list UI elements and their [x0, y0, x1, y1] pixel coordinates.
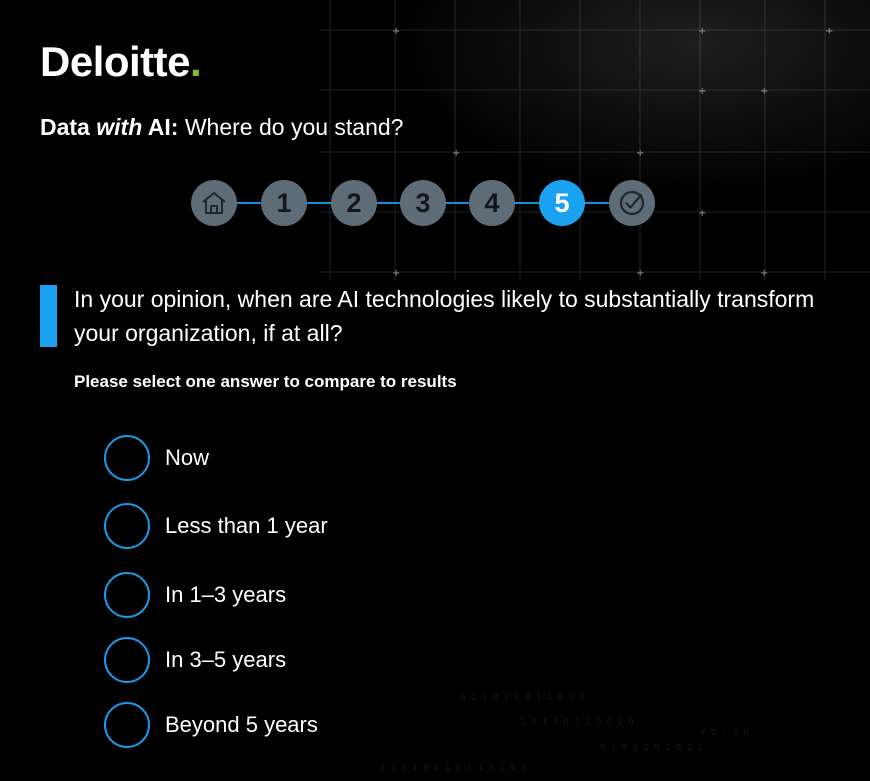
title-question: Where do you stand?	[178, 114, 404, 140]
step-5-active[interactable]: 5	[539, 180, 585, 226]
svg-text:Y O . S H: Y O . S H	[700, 728, 749, 738]
step-4[interactable]: 4	[469, 180, 515, 226]
radio-button[interactable]	[104, 637, 150, 683]
option-label: In 3–5 years	[165, 647, 287, 672]
option-less-than-1-year[interactable]: Less than 1 year	[104, 501, 328, 551]
option-3-5-years[interactable]: In 3–5 years	[104, 635, 286, 685]
title-with: with	[96, 114, 143, 140]
step-2[interactable]: 2	[331, 180, 377, 226]
svg-text:+: +	[760, 268, 768, 279]
step-3[interactable]: 3	[400, 180, 446, 226]
logo-dot: .	[190, 38, 202, 85]
home-icon	[202, 192, 226, 214]
svg-text:+: +	[698, 86, 706, 97]
option-1-3-years[interactable]: In 1–3 years	[104, 570, 286, 620]
title-data: Data	[40, 114, 97, 140]
svg-text:1 1 0 1 0 0 1 0 1 1 0 1 0 1: 1 1 0 1 0 0 1 0 1 1 0 1 0 1	[380, 763, 526, 773]
radio-button[interactable]	[104, 572, 150, 618]
radio-button[interactable]	[104, 435, 150, 481]
svg-text:1 0 1 A 0 1 1 0 B 1 0: 1 0 1 A 0 1 1 0 B 1 0	[520, 718, 634, 728]
svg-text:+: +	[698, 26, 706, 37]
svg-text:+: +	[760, 86, 768, 97]
question-text: In your opinion, when are AI technologie…	[74, 286, 815, 346]
instruction-text: Please select one answer to compare to r…	[74, 372, 457, 391]
radio-button[interactable]	[104, 702, 150, 748]
option-label: Now	[165, 445, 210, 470]
svg-text:+: +	[698, 208, 706, 219]
svg-text:+: +	[452, 148, 460, 159]
deloitte-logo: Deloitte.	[40, 38, 202, 85]
progress-stepper: 1 2 3 4 5	[191, 180, 655, 226]
survey-title: Data with AI: Where do you stand?	[40, 114, 403, 142]
svg-text:+: +	[392, 268, 400, 279]
option-label: In 1–3 years	[165, 582, 287, 607]
question-accent-bar	[40, 285, 57, 347]
svg-text:0 1 0 1 1 0 1 0 1 1: 0 1 0 1 1 0 1 0 1 1	[600, 743, 703, 753]
title-ai: AI:	[142, 114, 179, 140]
option-label: Beyond 5 years	[165, 712, 318, 737]
svg-text:+: +	[825, 26, 833, 37]
svg-text:0 1 1 0 1 0 0 1 1 0 1 0: 0 1 1 0 1 0 0 1 1 0 1 0	[460, 693, 585, 703]
check-circle-icon	[619, 190, 645, 216]
step-complete[interactable]	[609, 180, 655, 226]
option-label: Less than 1 year	[165, 513, 328, 538]
option-now[interactable]: Now	[104, 433, 209, 483]
svg-text:+: +	[392, 26, 400, 37]
logo-text: Deloitte	[40, 38, 191, 85]
step-1[interactable]: 1	[261, 180, 307, 226]
option-beyond-5-years[interactable]: Beyond 5 years	[104, 700, 318, 750]
radio-button[interactable]	[104, 503, 150, 549]
svg-text:+: +	[636, 268, 644, 279]
svg-text:+: +	[636, 148, 644, 159]
step-home[interactable]	[191, 180, 237, 226]
